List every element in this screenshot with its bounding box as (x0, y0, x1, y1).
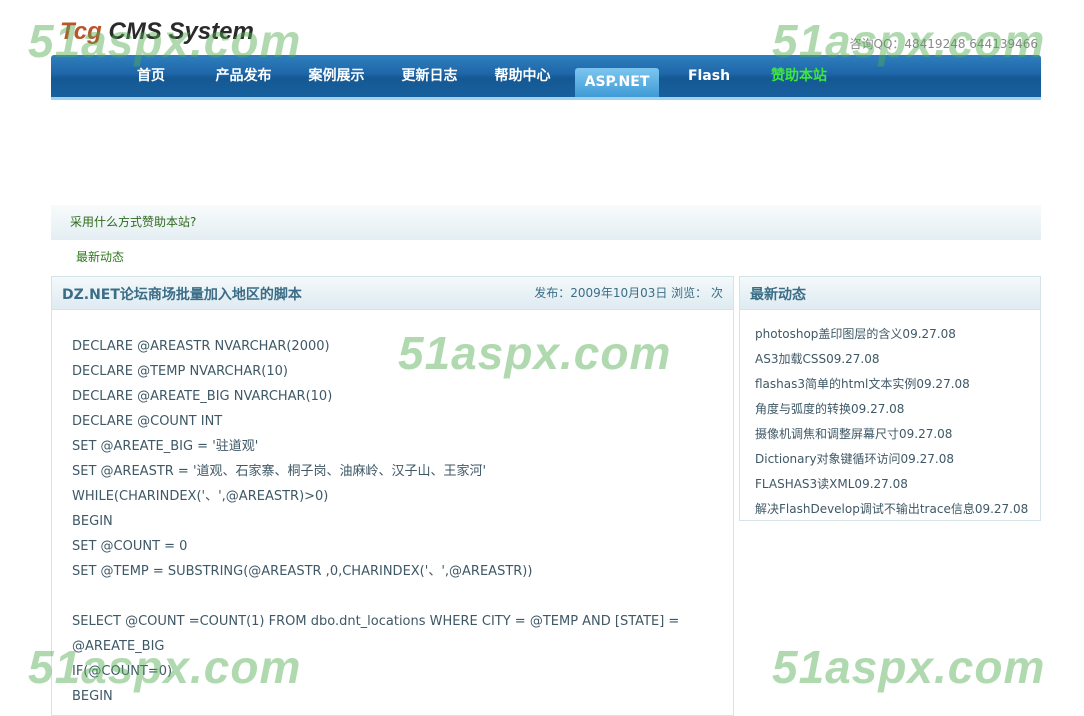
code-line: BEGIN (72, 514, 113, 529)
code-line: DECLARE @TEMP NVARCHAR(10) (72, 364, 288, 379)
news-item[interactable]: photoshop盖印图层的含义09.27.08 (755, 322, 1040, 347)
latest-news-panel: 最新动态 photoshop盖印图层的含义09.27.08 AS3加载CSS09.… (739, 276, 1041, 521)
latest-news-link[interactable]: 最新动态 (76, 248, 124, 265)
code-line: DECLARE @AREATE_BIG NVARCHAR(10) (72, 389, 333, 404)
sponsor-band: 采用什么方式赞助本站? (51, 205, 1041, 240)
nav-home[interactable]: 首页 (121, 55, 181, 97)
article-body: DECLARE @AREASTR NVARCHAR(2000) DECLARE @… (52, 310, 733, 709)
contact-qq: 咨询QQ：48419248 644139466 (849, 37, 1039, 51)
code-line: IF(@COUNT=0) (72, 664, 173, 679)
logo-text-b: CMS System (101, 18, 254, 45)
nav-cases[interactable]: 案例展示 (299, 55, 374, 97)
news-item[interactable]: 摄像机调焦和调整屏幕尺寸09.27.08 (755, 422, 1040, 447)
nav-sponsor[interactable]: 赞助本站 (763, 55, 835, 97)
logo-text-a: Tcg (60, 18, 102, 45)
article-title: DZ.NET论坛商场批量加入地区的脚本 (62, 287, 302, 303)
nav-aspnet[interactable]: ASP.NET (575, 68, 659, 97)
article-header: DZ.NET论坛商场批量加入地区的脚本 发布：2009年10月03日 浏览： 次 (52, 277, 733, 310)
code-line: BEGIN (72, 689, 113, 704)
news-item[interactable]: 角度与弧度的转换09.27.08 (755, 397, 1040, 422)
nav-products[interactable]: 产品发布 (206, 55, 281, 97)
code-line: SET @AREASTR = '道观、石家寨、桐子岗、油麻岭、汉子山、王家河' (72, 464, 487, 479)
news-list: photoshop盖印图层的含义09.27.08 AS3加载CSS09.27.08… (740, 310, 1040, 522)
news-item[interactable]: AS3加载CSS09.27.08 (755, 347, 1040, 372)
code-line: @AREATE_BIG (72, 639, 165, 654)
main-nav: 首页 产品发布 案例展示 更新日志 帮助中心 ASP.NET Flash San… (51, 55, 1041, 126)
nav-help[interactable]: 帮助中心 (485, 55, 560, 97)
watermark: 51aspx.com (772, 641, 1046, 693)
code-line: SET @AREATE_BIG = '驻道观' (72, 439, 259, 454)
sidebar-header: 最新动态 (740, 277, 1040, 310)
nav-changelog[interactable]: 更新日志 (392, 55, 467, 97)
code-line: SET @TEMP = SUBSTRING(@AREASTR ,0,CHARIN… (72, 564, 533, 579)
nav-flash-sandy[interactable]: Flash Sandy (663, 55, 755, 126)
article-meta: 发布：2009年10月03日 浏览： 次 (534, 286, 723, 300)
news-item[interactable]: flashas3简单的html文本实例09.27.08 (755, 372, 1040, 397)
sidebar-title: 最新动态 (750, 287, 806, 303)
code-line: DECLARE @COUNT INT (72, 414, 223, 429)
news-item[interactable]: Dictionary对象键循环访问09.27.08 (755, 447, 1040, 472)
site-logo[interactable]: Tcg CMS System (60, 18, 254, 46)
sponsor-question-link[interactable]: 采用什么方式赞助本站? (70, 215, 196, 229)
news-item[interactable]: 解决FlashDevelop调试不输出trace信息09.27.08 (755, 497, 1040, 522)
code-line: DECLARE @AREASTR NVARCHAR(2000) (72, 339, 330, 354)
article-panel: DZ.NET论坛商场批量加入地区的脚本 发布：2009年10月03日 浏览： 次… (51, 276, 734, 716)
news-item[interactable]: FLASHAS3读XML09.27.08 (755, 472, 1040, 497)
code-line: SET @COUNT = 0 (72, 539, 188, 554)
code-line: SELECT @COUNT =COUNT(1) FROM dbo.dnt_loc… (72, 614, 680, 629)
code-line: WHILE(CHARINDEX('、',@AREASTR)>0) (72, 489, 329, 504)
